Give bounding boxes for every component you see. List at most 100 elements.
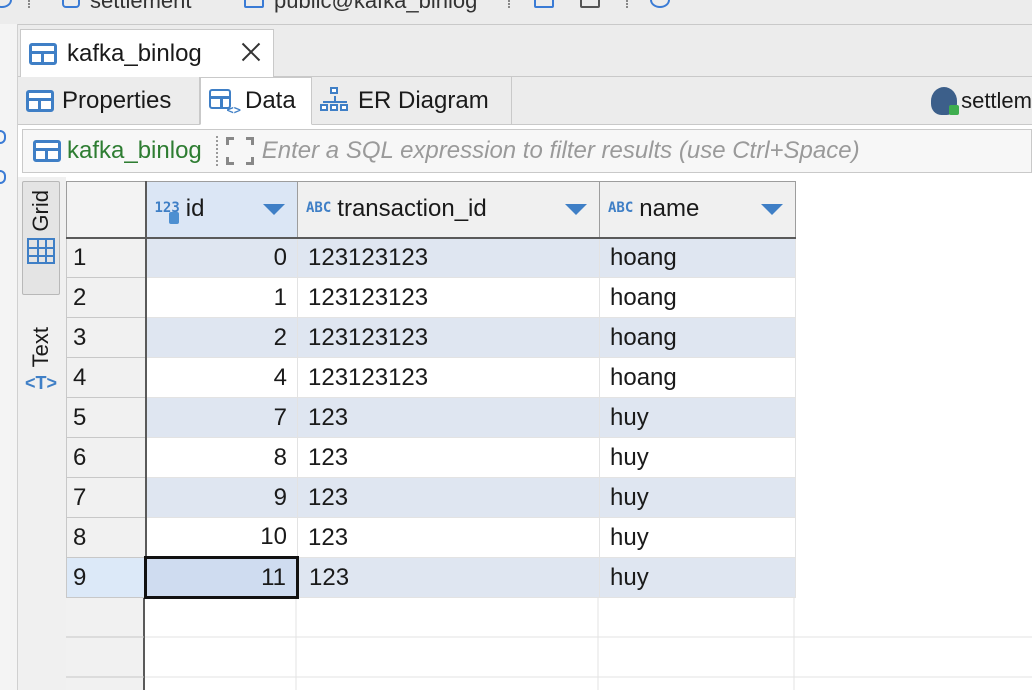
active-datasource[interactable]: settlement xyxy=(90,0,192,14)
cell-id[interactable]: 4 xyxy=(145,357,298,398)
column-header-label: id xyxy=(185,195,205,223)
cell-transaction-id[interactable]: 123123123 xyxy=(297,317,600,358)
cell-name[interactable]: huy xyxy=(599,557,796,598)
table-row[interactable]: 8 10 123 huy xyxy=(66,517,796,558)
cell-name[interactable]: huy xyxy=(599,397,796,438)
table-row[interactable]: 6 8 123 huy xyxy=(66,437,796,478)
cell-id[interactable]: 1 xyxy=(145,277,298,318)
row-number[interactable]: 2 xyxy=(66,277,147,318)
toolbar-separator xyxy=(626,0,628,8)
cell-transaction-id[interactable]: 123123123 xyxy=(297,237,600,278)
filter-separator xyxy=(215,136,218,166)
text-icon: <T> xyxy=(24,373,58,394)
header-row: 123 id ABC transaction_id ABC name xyxy=(66,181,796,239)
tab-data[interactable]: <> Data xyxy=(200,77,312,125)
cell-transaction-id[interactable]: 123 xyxy=(297,517,600,558)
chevron-down-icon[interactable] xyxy=(761,204,783,215)
filter-bar: kafka_binlog xyxy=(22,129,1032,173)
row-number[interactable]: 7 xyxy=(66,477,147,518)
column-header-label: transaction_id xyxy=(337,195,487,223)
tab-er-diagram-label: ER Diagram xyxy=(358,86,489,114)
view-switcher: Grid Text <T> xyxy=(18,177,66,690)
view-grid-tab[interactable]: Grid xyxy=(22,181,60,295)
cell-id[interactable]: 0 xyxy=(145,237,298,278)
tab-er-diagram[interactable]: ER Diagram xyxy=(312,77,512,124)
column-header-label: name xyxy=(639,195,700,223)
column-header-id[interactable]: 123 id xyxy=(145,181,298,239)
row-number[interactable]: 3 xyxy=(66,317,147,358)
cell-id[interactable]: 2 xyxy=(145,317,298,358)
main-toolbar: settlement public@kafka_binlog xyxy=(0,0,1032,24)
row-number[interactable]: 6 xyxy=(66,437,147,478)
cell-name[interactable]: hoang xyxy=(599,357,796,398)
cell-name[interactable]: huy xyxy=(599,517,796,558)
row-number[interactable]: 9 xyxy=(66,557,147,598)
chevron-down-icon[interactable] xyxy=(565,204,587,215)
cell-transaction-id[interactable]: 123 xyxy=(297,557,600,598)
cell-transaction-id[interactable]: 123 xyxy=(297,437,600,478)
refresh-icon[interactable] xyxy=(0,0,12,8)
table-icon xyxy=(33,140,61,162)
column-header-transaction-id[interactable]: ABC transaction_id xyxy=(297,181,600,239)
corner-cell[interactable] xyxy=(66,181,147,239)
cell-id[interactable]: 10 xyxy=(145,517,298,558)
view-grid-label: Grid xyxy=(28,190,53,232)
string-type-icon: ABC xyxy=(608,200,634,217)
search-icon[interactable] xyxy=(650,0,670,8)
cell-transaction-id[interactable]: 123123123 xyxy=(297,357,600,398)
cell-name[interactable]: huy xyxy=(599,477,796,518)
tab-properties-label: Properties xyxy=(62,86,172,114)
editor-sub-tabs: Properties <> Data ER Diagram settlem xyxy=(18,77,1032,125)
column-header-name[interactable]: ABC name xyxy=(599,181,796,239)
table-row[interactable]: 1 0 123123123 hoang xyxy=(66,237,796,278)
table-row[interactable]: 3 2 123123123 hoang xyxy=(66,317,796,358)
table-row[interactable]: 5 7 123 huy xyxy=(66,397,796,438)
editor-tab-label: kafka_binlog xyxy=(67,40,202,67)
row-number[interactable]: 1 xyxy=(66,237,147,278)
tab-properties[interactable]: Properties xyxy=(18,77,200,124)
chevron-down-icon[interactable] xyxy=(263,204,285,215)
filter-input[interactable] xyxy=(261,137,962,165)
table-row-selected[interactable]: 9 11 123 huy xyxy=(66,556,796,599)
cell-id-focused[interactable]: 11 xyxy=(144,556,299,599)
cell-id[interactable]: 8 xyxy=(145,437,298,478)
schema-icon xyxy=(244,0,264,8)
cell-id[interactable]: 7 xyxy=(145,397,298,438)
expand-filter-icon[interactable] xyxy=(225,137,254,165)
table-row[interactable]: 4 4 123123123 hoang xyxy=(66,357,796,398)
layout-icon[interactable] xyxy=(580,0,600,8)
active-schema[interactable]: public@kafka_binlog xyxy=(274,0,477,14)
results-grid[interactable]: 123 id ABC transaction_id ABC name 1 0 1… xyxy=(66,181,1032,690)
row-number[interactable]: 8 xyxy=(66,517,147,558)
close-icon[interactable] xyxy=(239,40,263,64)
numeric-key-icon: 123 xyxy=(154,200,180,225)
table-row[interactable]: 2 1 123123123 hoang xyxy=(66,277,796,318)
postgresql-icon xyxy=(931,87,960,115)
table-icon xyxy=(26,89,54,112)
cell-transaction-id[interactable]: 123 xyxy=(297,397,600,438)
row-number[interactable]: 5 xyxy=(66,397,147,438)
view-text-tab[interactable]: Text <T> xyxy=(22,327,60,427)
gutter-marker xyxy=(0,170,6,184)
editor-tab-kafka-binlog[interactable]: kafka_binlog xyxy=(20,29,274,78)
cell-name[interactable]: huy xyxy=(599,437,796,478)
cell-transaction-id[interactable]: 123123123 xyxy=(297,277,600,318)
cell-transaction-id[interactable]: 123 xyxy=(297,477,600,518)
editor-tab-strip: kafka_binlog xyxy=(18,25,1032,78)
filter-table-name[interactable]: kafka_binlog xyxy=(67,137,202,165)
sql-editor-icon[interactable] xyxy=(534,0,554,8)
grid-icon xyxy=(27,237,55,264)
tab-data-label: Data xyxy=(245,87,296,114)
cell-name[interactable]: hoang xyxy=(599,237,796,278)
toolbar-separator xyxy=(28,0,30,8)
er-diagram-icon xyxy=(320,86,350,115)
cell-name[interactable]: hoang xyxy=(599,277,796,318)
cell-name[interactable]: hoang xyxy=(599,317,796,358)
connection-indicator[interactable]: settlem xyxy=(931,81,1032,121)
row-number[interactable]: 4 xyxy=(66,357,147,398)
cell-id[interactable]: 9 xyxy=(145,477,298,518)
table-icon xyxy=(29,43,57,65)
table-row[interactable]: 7 9 123 huy xyxy=(66,477,796,518)
string-type-icon: ABC xyxy=(306,200,332,217)
connection-label: settlem xyxy=(961,88,1032,113)
